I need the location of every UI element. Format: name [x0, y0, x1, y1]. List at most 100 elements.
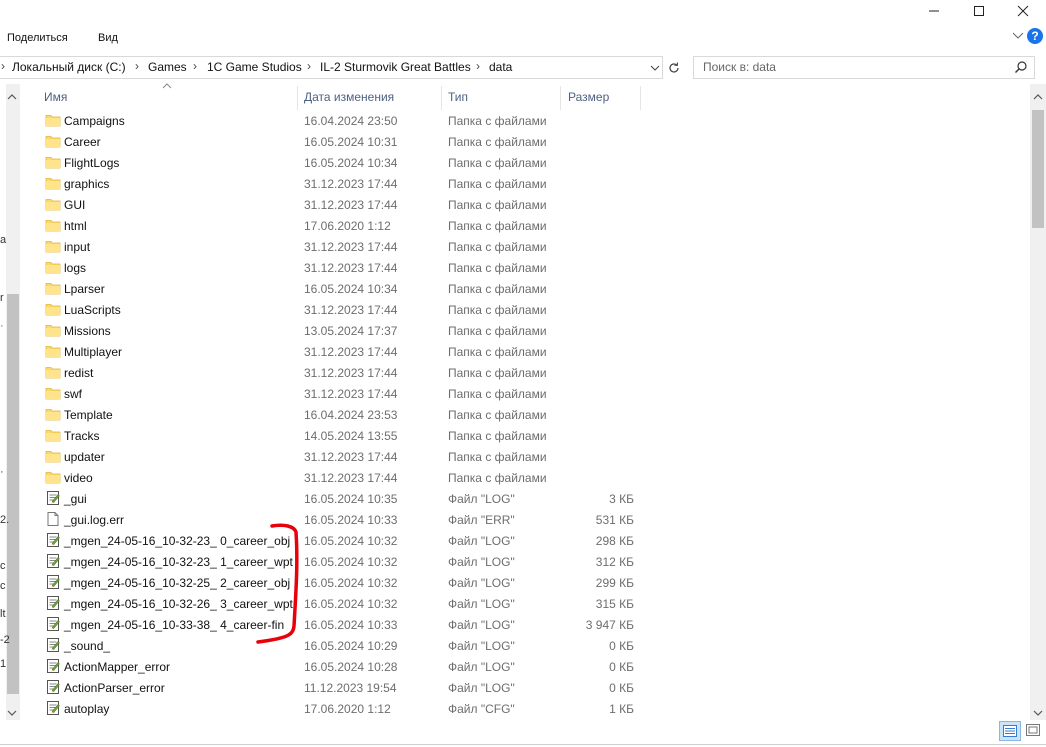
column-header-date[interactable]: Дата изменения: [304, 90, 394, 104]
file-name[interactable]: Career: [64, 135, 101, 149]
breadcrumb-item[interactable]: Локальный диск (C:): [12, 60, 126, 74]
address-bar[interactable]: › Локальный диск (C:) › Games › 1C Game …: [0, 56, 663, 79]
file-name[interactable]: ActionParser_error: [64, 681, 165, 695]
file-size: 0 КБ: [609, 660, 634, 674]
file-name[interactable]: graphics: [64, 177, 109, 191]
file-name[interactable]: Tracks: [64, 429, 100, 443]
file-size: 312 КБ: [595, 555, 634, 569]
breadcrumb-item[interactable]: Games: [148, 60, 187, 74]
file-row[interactable]: Lparser 16.05.2024 10:34 Папка с файлами: [0, 278, 1030, 299]
column-divider[interactable]: [640, 86, 641, 110]
file-row[interactable]: _gui 16.05.2024 10:35 Файл "LOG" 3 КБ: [0, 488, 1030, 509]
file-name[interactable]: _gui.log.err: [64, 513, 124, 527]
file-name[interactable]: swf: [64, 387, 82, 401]
file-row[interactable]: Missions 13.05.2024 17:37 Папка с файлами: [0, 320, 1030, 341]
breadcrumb-item[interactable]: IL-2 Sturmovik Great Battles: [320, 60, 471, 74]
ribbon-expand-button[interactable]: [1012, 30, 1024, 44]
file-row[interactable]: Multiplayer 31.12.2023 17:44 Папка с файла…: [0, 341, 1030, 362]
file-row[interactable]: ActionParser_error 11.12.2023 19:54 Файл "…: [0, 677, 1030, 698]
column-header-name[interactable]: Имя: [44, 90, 67, 104]
file-size: 299 КБ: [595, 576, 634, 590]
column-divider[interactable]: [297, 86, 298, 110]
address-dropdown-button[interactable]: [648, 61, 662, 75]
large-icons-view-button[interactable]: [1023, 721, 1043, 739]
search-box[interactable]: Поиск в: data: [693, 56, 1035, 79]
minimize-button[interactable]: [911, 0, 957, 22]
refresh-button[interactable]: [664, 57, 684, 78]
file-row[interactable]: Campaigns 16.04.2024 23:50 Папка с файлами: [0, 110, 1030, 131]
file-name[interactable]: _gui: [64, 492, 87, 506]
scroll-up-icon[interactable]: [7, 90, 17, 104]
file-row[interactable]: _mgen_24-05-16_10-32-23_ 1_career_wpt 16.…: [0, 551, 1030, 572]
search-icon[interactable]: [1014, 60, 1028, 77]
help-icon[interactable]: ?: [1027, 28, 1043, 44]
file-name[interactable]: redist: [64, 366, 93, 380]
file-name[interactable]: Lparser: [64, 282, 105, 296]
file-row[interactable]: _mgen_24-05-16_10-32-23_ 0_career_obj 16.…: [0, 530, 1030, 551]
scroll-up-icon[interactable]: [1033, 90, 1043, 104]
file-row[interactable]: input 31.12.2023 17:44 Папка с файлами: [0, 236, 1030, 257]
file-name[interactable]: input: [64, 240, 90, 254]
file-row[interactable]: FlightLogs 16.05.2024 10:34 Папка с файлам…: [0, 152, 1030, 173]
file-list-scrollbar-thumb[interactable]: [1032, 110, 1044, 228]
file-row[interactable]: _mgen_24-05-16_10-32-26_ 3_career_wpt 16.…: [0, 593, 1030, 614]
file-name[interactable]: Template: [64, 408, 113, 422]
breadcrumb-item[interactable]: 1C Game Studios: [207, 60, 302, 74]
close-button[interactable]: [1000, 0, 1046, 22]
file-name[interactable]: video: [64, 471, 93, 485]
file-row[interactable]: _mgen_24-05-16_10-32-25_ 2_career_obj 16.…: [0, 572, 1030, 593]
file-row[interactable]: GUI 31.12.2023 17:44 Папка с файлами: [0, 194, 1030, 215]
file-row[interactable]: autoplay 17.06.2020 1:12 Файл "CFG" 1 КБ: [0, 698, 1030, 719]
file-name[interactable]: LuaScripts: [64, 303, 121, 317]
file-name[interactable]: updater: [64, 450, 105, 464]
file-row[interactable]: Template 16.04.2024 23:53 Папка с файлами: [0, 404, 1030, 425]
file-row[interactable]: Tracks 14.05.2024 13:55 Папка с файлами: [0, 425, 1030, 446]
file-row[interactable]: logs 31.12.2023 17:44 Папка с файлами: [0, 257, 1030, 278]
breadcrumb-separator-icon[interactable]: ›: [193, 59, 197, 73]
ribbon: Поделиться Вид: [0, 26, 1046, 50]
file-name[interactable]: autoplay: [64, 702, 109, 716]
file-type: Папка с файлами: [448, 219, 547, 233]
file-row[interactable]: updater 31.12.2023 17:44 Папка с файлами: [0, 446, 1030, 467]
tab-view[interactable]: Вид: [98, 32, 118, 44]
file-row[interactable]: html 17.06.2020 1:12 Папка с файлами: [0, 215, 1030, 236]
breadcrumb-item[interactable]: data: [489, 60, 512, 74]
file-row[interactable]: _gui.log.err 16.05.2024 10:33 Файл "ERR" 53…: [0, 509, 1030, 530]
tab-share[interactable]: Поделиться: [7, 32, 68, 44]
file-type: Папка с файлами: [448, 324, 547, 338]
file-name[interactable]: ActionMapper_error: [64, 660, 170, 674]
breadcrumb-separator-icon[interactable]: ›: [476, 59, 480, 73]
file-name[interactable]: GUI: [64, 198, 85, 212]
folder-icon: [45, 322, 61, 338]
file-row[interactable]: _sound_ 16.05.2024 10:29 Файл "LOG" 0 КБ: [0, 635, 1030, 656]
log-file-icon: [45, 658, 61, 674]
file-row[interactable]: graphics 31.12.2023 17:44 Папка с файлами: [0, 173, 1030, 194]
file-row[interactable]: ActionMapper_error 16.05.2024 10:28 Файл "…: [0, 656, 1030, 677]
maximize-button[interactable]: [956, 0, 1002, 22]
file-row[interactable]: redist 31.12.2023 17:44 Папка с файлами: [0, 362, 1030, 383]
file-date-modified: 16.05.2024 10:31: [304, 135, 398, 149]
file-row[interactable]: video 31.12.2023 17:44 Папка с файлами: [0, 467, 1030, 488]
file-row[interactable]: LuaScripts 31.12.2023 17:44 Папка с файлам…: [0, 299, 1030, 320]
details-view-button[interactable]: [999, 721, 1021, 741]
file-list-scrollbar[interactable]: [1030, 84, 1046, 720]
file-name[interactable]: FlightLogs: [64, 156, 119, 170]
file-name[interactable]: Missions: [64, 324, 111, 338]
file-row[interactable]: Career 16.05.2024 10:31 Папка с файлами: [0, 131, 1030, 152]
column-header-size[interactable]: Размер: [568, 90, 609, 104]
file-row[interactable]: swf 31.12.2023 17:44 Папка с файлами: [0, 383, 1030, 404]
column-divider[interactable]: [560, 86, 561, 110]
breadcrumb-separator-icon[interactable]: ›: [307, 59, 311, 73]
column-header-type[interactable]: Тип: [448, 90, 468, 104]
file-name[interactable]: logs: [64, 261, 86, 275]
file-row[interactable]: _mgen_24-05-16_10-33-38_ 4_career-fin 16.…: [0, 614, 1030, 635]
file-name[interactable]: _sound_: [64, 639, 110, 653]
scroll-down-icon[interactable]: [1033, 706, 1043, 720]
breadcrumb-separator-icon[interactable]: ›: [1, 59, 5, 73]
file-name[interactable]: Campaigns: [64, 114, 125, 128]
breadcrumb-separator-icon[interactable]: ›: [135, 59, 139, 73]
log-file-icon: [45, 553, 61, 569]
column-divider[interactable]: [441, 86, 442, 110]
file-name[interactable]: html: [64, 219, 87, 233]
file-name[interactable]: Multiplayer: [64, 345, 122, 359]
